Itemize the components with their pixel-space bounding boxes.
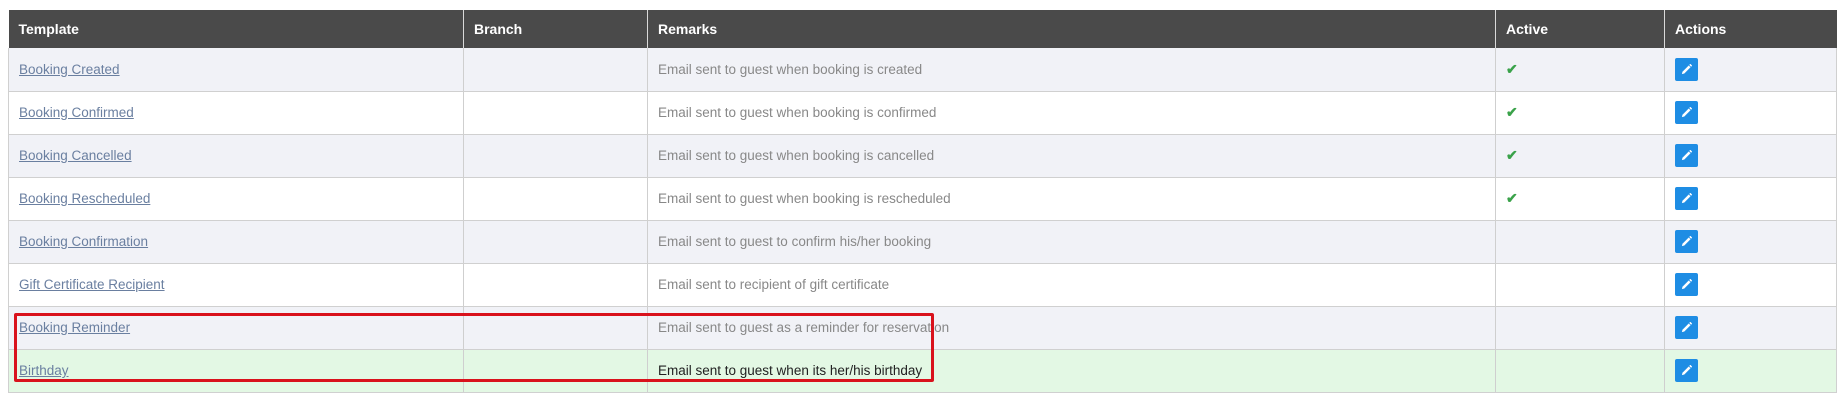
template-link[interactable]: Booking Cancelled <box>19 148 132 163</box>
template-link[interactable]: Booking Rescheduled <box>19 191 150 206</box>
table-row: Birthday Email sent to guest when its her… <box>8 349 1837 393</box>
email-templates-table: Template Branch Remarks Active Actions B… <box>8 10 1837 393</box>
table-body: Booking Created Email sent to guest when … <box>8 48 1837 393</box>
template-link[interactable]: Booking Confirmed <box>19 105 134 120</box>
table-row: Booking Rescheduled Email sent to guest w… <box>8 177 1837 221</box>
cell-active: ✔ <box>1495 91 1665 135</box>
cell-actions <box>1664 48 1837 92</box>
table-row: Booking Confirmation Email sent to guest … <box>8 220 1837 264</box>
cell-template: Booking Rescheduled <box>8 177 464 221</box>
cell-branch <box>463 220 648 264</box>
edit-button[interactable] <box>1675 57 1698 81</box>
cell-template: Gift Certificate Recipient <box>8 263 464 307</box>
cell-actions <box>1664 177 1837 221</box>
edit-button[interactable] <box>1675 359 1698 382</box>
pencil-icon <box>1681 279 1692 290</box>
cell-active: ✔ <box>1495 48 1665 92</box>
cell-template: Booking Reminder <box>8 306 464 350</box>
cell-remarks: Email sent to guest to confirm his/her b… <box>647 220 1496 264</box>
check-icon: ✔ <box>1506 60 1518 77</box>
pencil-icon <box>1681 63 1692 74</box>
cell-remarks: Email sent to guest when booking is crea… <box>647 48 1496 92</box>
template-link[interactable]: Booking Created <box>19 62 120 77</box>
cell-actions <box>1664 134 1837 178</box>
cell-remarks: Email sent to guest when booking is canc… <box>647 134 1496 178</box>
cell-branch <box>463 134 648 178</box>
header-branch[interactable]: Branch <box>463 10 648 48</box>
cell-remarks: Email sent to guest when booking is conf… <box>647 91 1496 135</box>
cell-active <box>1495 263 1665 307</box>
table-row: Booking Created Email sent to guest when … <box>8 48 1837 92</box>
cell-active <box>1495 349 1665 393</box>
template-link[interactable]: Booking Reminder <box>19 320 130 335</box>
header-remarks[interactable]: Remarks <box>647 10 1496 48</box>
header-active[interactable]: Active <box>1495 10 1665 48</box>
edit-button[interactable] <box>1675 316 1698 339</box>
table-row: Booking Reminder Email sent to guest as a… <box>8 306 1837 350</box>
cell-actions <box>1664 220 1837 264</box>
cell-template: Booking Confirmation <box>8 220 464 264</box>
cell-actions <box>1664 91 1837 135</box>
cell-branch <box>463 263 648 307</box>
cell-branch <box>463 177 648 221</box>
check-icon: ✔ <box>1506 147 1518 163</box>
cell-active: ✔ <box>1495 134 1665 178</box>
pencil-icon <box>1681 193 1692 204</box>
template-link[interactable]: Gift Certificate Recipient <box>19 277 165 292</box>
pencil-icon <box>1681 365 1692 376</box>
cell-active: ✔ <box>1495 177 1665 221</box>
cell-remarks: Email sent to recipient of gift certific… <box>647 263 1496 307</box>
cell-actions <box>1664 349 1837 393</box>
cell-branch <box>463 349 648 393</box>
header-actions: Actions <box>1664 10 1837 48</box>
edit-button[interactable] <box>1675 144 1698 167</box>
cell-actions <box>1664 263 1837 307</box>
table-row: Gift Certificate Recipient Email sent to … <box>8 263 1837 307</box>
cell-remarks: Email sent to guest when booking is resc… <box>647 177 1496 221</box>
edit-button[interactable] <box>1675 273 1698 296</box>
cell-remarks: Email sent to guest when its her/his bir… <box>647 349 1496 393</box>
check-icon: ✔ <box>1506 190 1518 206</box>
email-templates-table-container: Template Branch Remarks Active Actions B… <box>8 10 1837 393</box>
cell-branch <box>463 48 648 92</box>
template-link[interactable]: Booking Confirmation <box>19 234 148 249</box>
cell-active <box>1495 220 1665 264</box>
table-header-row: Template Branch Remarks Active Actions <box>8 10 1837 48</box>
pencil-icon <box>1681 322 1692 333</box>
cell-template: Booking Created <box>8 48 464 92</box>
edit-button[interactable] <box>1675 187 1698 210</box>
cell-remarks: Email sent to guest as a reminder for re… <box>647 306 1496 350</box>
edit-button[interactable] <box>1675 101 1698 124</box>
table-row: Booking Confirmed Email sent to guest whe… <box>8 91 1837 135</box>
pencil-icon <box>1681 236 1692 247</box>
cell-template: Booking Cancelled <box>8 134 464 178</box>
cell-template: Birthday <box>8 349 464 393</box>
template-link[interactable]: Birthday <box>19 363 69 378</box>
cell-template: Booking Confirmed <box>8 91 464 135</box>
cell-active <box>1495 306 1665 350</box>
pencil-icon <box>1681 107 1692 118</box>
check-icon: ✔ <box>1506 104 1518 120</box>
header-template[interactable]: Template <box>8 10 464 48</box>
cell-branch <box>463 306 648 350</box>
table-row: Booking Cancelled Email sent to guest whe… <box>8 134 1837 178</box>
edit-button[interactable] <box>1675 230 1698 253</box>
cell-actions <box>1664 306 1837 350</box>
cell-branch <box>463 91 648 135</box>
pencil-icon <box>1681 150 1692 161</box>
